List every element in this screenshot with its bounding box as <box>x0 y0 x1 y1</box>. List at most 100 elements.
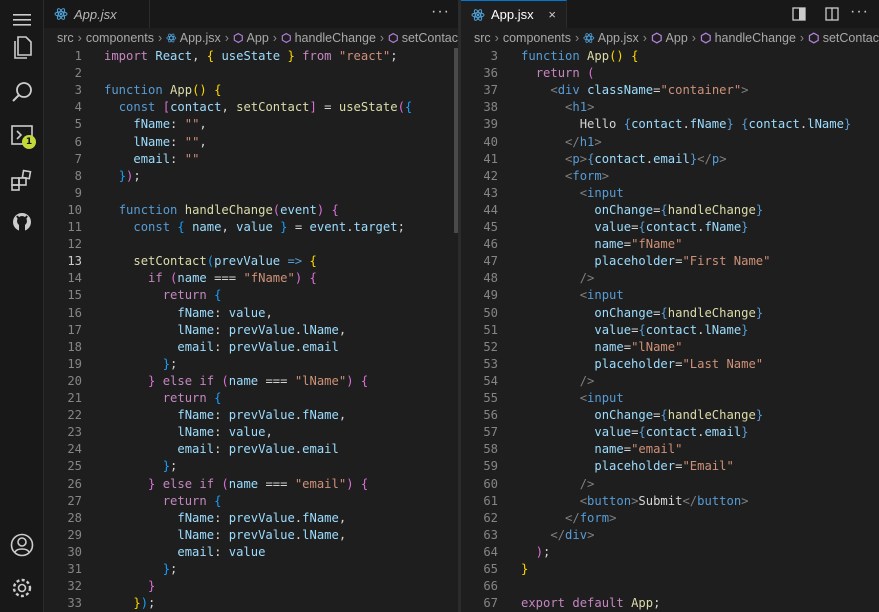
code-line[interactable]: 22 fName: prevValue.fName, <box>44 407 458 424</box>
code-line[interactable]: 26 } else if (name === "email") { <box>44 476 458 493</box>
code-line[interactable]: 33 }); <box>44 595 458 612</box>
code-line[interactable]: 39 Hello {contact.fName} {contact.lName} <box>461 116 879 133</box>
code-line[interactable]: 38 <h1> <box>461 99 879 116</box>
breadcrumb-folder-src[interactable]: src <box>57 31 74 45</box>
code-line[interactable]: 50 onChange={handleChange} <box>461 305 879 322</box>
tab-app-jsx-active[interactable]: App.jsx × <box>461 0 567 28</box>
code-line[interactable]: 66 <box>461 578 879 595</box>
github-icon[interactable] <box>0 202 43 242</box>
code-line[interactable]: 27 return { <box>44 493 458 510</box>
account-icon[interactable] <box>0 525 43 565</box>
code-line[interactable]: 14 if (name === "fName") { <box>44 270 458 287</box>
split-editor-icon[interactable] <box>825 7 839 21</box>
code-line[interactable]: 9 <box>44 185 458 202</box>
breadcrumb-file[interactable]: App.jsx <box>180 31 221 45</box>
code-token: { <box>177 220 193 234</box>
code-line[interactable]: 47 placeholder="First Name" <box>461 253 879 270</box>
line-number: 54 <box>483 373 498 388</box>
breadcrumb-symbol-app[interactable]: App <box>666 31 688 45</box>
code-line[interactable]: 12 <box>44 236 458 253</box>
code-line[interactable]: 5 fName: "", <box>44 116 458 133</box>
code-line[interactable]: 59 placeholder="Email" <box>461 458 879 475</box>
explorer-icon[interactable] <box>0 28 43 68</box>
toggle-panel-icon[interactable] <box>792 7 806 21</box>
code-line[interactable]: 32 } <box>44 578 458 595</box>
code-line[interactable]: 57 value={contact.email} <box>461 424 879 441</box>
more-actions-button[interactable]: ··· <box>431 3 450 21</box>
code-line[interactable]: 55 <input <box>461 390 879 407</box>
close-icon[interactable]: × <box>548 7 556 22</box>
breadcrumb-folder-src[interactable]: src <box>474 31 491 45</box>
code-line[interactable]: 65} <box>461 561 879 578</box>
code-line[interactable]: 4 const [contact, setContact] = useState… <box>44 99 458 116</box>
code-line[interactable]: 46 name="fName" <box>461 236 879 253</box>
run-debug-icon[interactable] <box>0 116 43 156</box>
code-line[interactable]: 56 onChange={handleChange} <box>461 407 879 424</box>
code-line[interactable]: 29 lName: prevValue.lName, <box>44 527 458 544</box>
code-line[interactable]: 37 <div className="container"> <box>461 82 879 99</box>
code-editor-left[interactable]: 1 import React, { useState } from "react"… <box>44 48 458 612</box>
code-line[interactable]: 18 email: prevValue.email <box>44 339 458 356</box>
code-line[interactable]: 3 function App() { <box>461 48 879 65</box>
code-line[interactable]: 28 fName: prevValue.fName, <box>44 510 458 527</box>
code-line[interactable]: 62 </form> <box>461 510 879 527</box>
code-line[interactable]: 17 lName: prevValue.lName, <box>44 322 458 339</box>
code-line[interactable]: 25 }; <box>44 458 458 475</box>
code-line[interactable]: 15 return { <box>44 287 458 304</box>
code-line[interactable]: 24 email: prevValue.email <box>44 441 458 458</box>
breadcrumb-symbol-setcontact[interactable]: setContac <box>823 31 879 45</box>
react-file-icon <box>166 33 177 43</box>
code-line[interactable]: 1 import React, { useState } from "react"… <box>44 48 458 65</box>
code-editor-right[interactable]: 3 function App() {36 return (37 <div clas… <box>461 48 879 612</box>
breadcrumb-folder-components[interactable]: components <box>503 31 571 45</box>
code-line[interactable]: 7 email: "" <box>44 151 458 168</box>
code-line[interactable]: 30 email: value <box>44 544 458 561</box>
code-line[interactable]: 53 placeholder="Last Name" <box>461 356 879 373</box>
code-line[interactable]: 45 value={contact.fName} <box>461 219 879 236</box>
tab-app-jsx[interactable]: App.jsx <box>44 0 150 28</box>
breadcrumb-folder-components[interactable]: components <box>86 31 154 45</box>
breadcrumb-symbol-handlechange[interactable]: handleChange <box>715 31 796 45</box>
code-line[interactable]: 8 }); <box>44 168 458 185</box>
code-line[interactable]: 21 return { <box>44 390 458 407</box>
code-line[interactable]: 61 <button>Submit</button> <box>461 493 879 510</box>
code-line[interactable]: 64 ); <box>461 544 879 561</box>
code-line[interactable]: 58 name="email" <box>461 441 879 458</box>
breadcrumb-symbol-handlechange[interactable]: handleChange <box>295 31 376 45</box>
code-token: "Email" <box>682 459 734 474</box>
code-line[interactable]: 20 } else if (name === "lName") { <box>44 373 458 390</box>
code-line[interactable]: 19 }; <box>44 356 458 373</box>
code-line[interactable]: 60 /> <box>461 476 879 493</box>
code-line[interactable]: 10 function handleChange(event) { <box>44 202 458 219</box>
code-line[interactable]: 2 <box>44 65 458 82</box>
breadcrumb-symbol-app[interactable]: App <box>247 31 269 45</box>
breadcrumb-file[interactable]: App.jsx <box>598 31 639 45</box>
code-line[interactable]: 3 function App() { <box>44 82 458 99</box>
code-line[interactable]: 31 }; <box>44 561 458 578</box>
code-line[interactable]: 44 onChange={handleChange} <box>461 202 879 219</box>
code-line[interactable]: 52 name="lName" <box>461 339 879 356</box>
code-line[interactable]: 40 </h1> <box>461 134 879 151</box>
code-line[interactable]: 13 setContact(prevValue => { <box>44 253 458 270</box>
breadcrumb-symbol-setcontact[interactable]: setContac <box>402 31 458 45</box>
code-token: = <box>623 442 632 457</box>
code-line[interactable]: 51 value={contact.lName} <box>461 322 879 339</box>
code-line[interactable]: 43 <input <box>461 185 879 202</box>
code-line[interactable]: 49 <input <box>461 287 879 304</box>
code-line[interactable]: 48 /> <box>461 270 879 287</box>
code-line[interactable]: 54 /> <box>461 373 879 390</box>
code-line[interactable]: 6 lName: "", <box>44 134 458 151</box>
code-line[interactable]: 42 <form> <box>461 168 879 185</box>
code-line[interactable]: 11 const { name, value } = event.target; <box>44 219 458 236</box>
search-icon[interactable] <box>0 72 43 112</box>
code-line[interactable]: 41 <p>{contact.email}</p> <box>461 151 879 168</box>
code-line[interactable]: 36 return ( <box>461 65 879 82</box>
code-line[interactable]: 16 fName: value, <box>44 305 458 322</box>
code-line[interactable]: 67 export default App; <box>461 595 879 612</box>
code-line[interactable]: 63 </div> <box>461 527 879 544</box>
extensions-icon[interactable] <box>0 160 43 200</box>
settings-icon[interactable] <box>0 568 43 608</box>
code-token: { <box>638 220 646 234</box>
more-actions-button[interactable]: ··· <box>850 3 869 21</box>
code-line[interactable]: 23 lName: value, <box>44 424 458 441</box>
